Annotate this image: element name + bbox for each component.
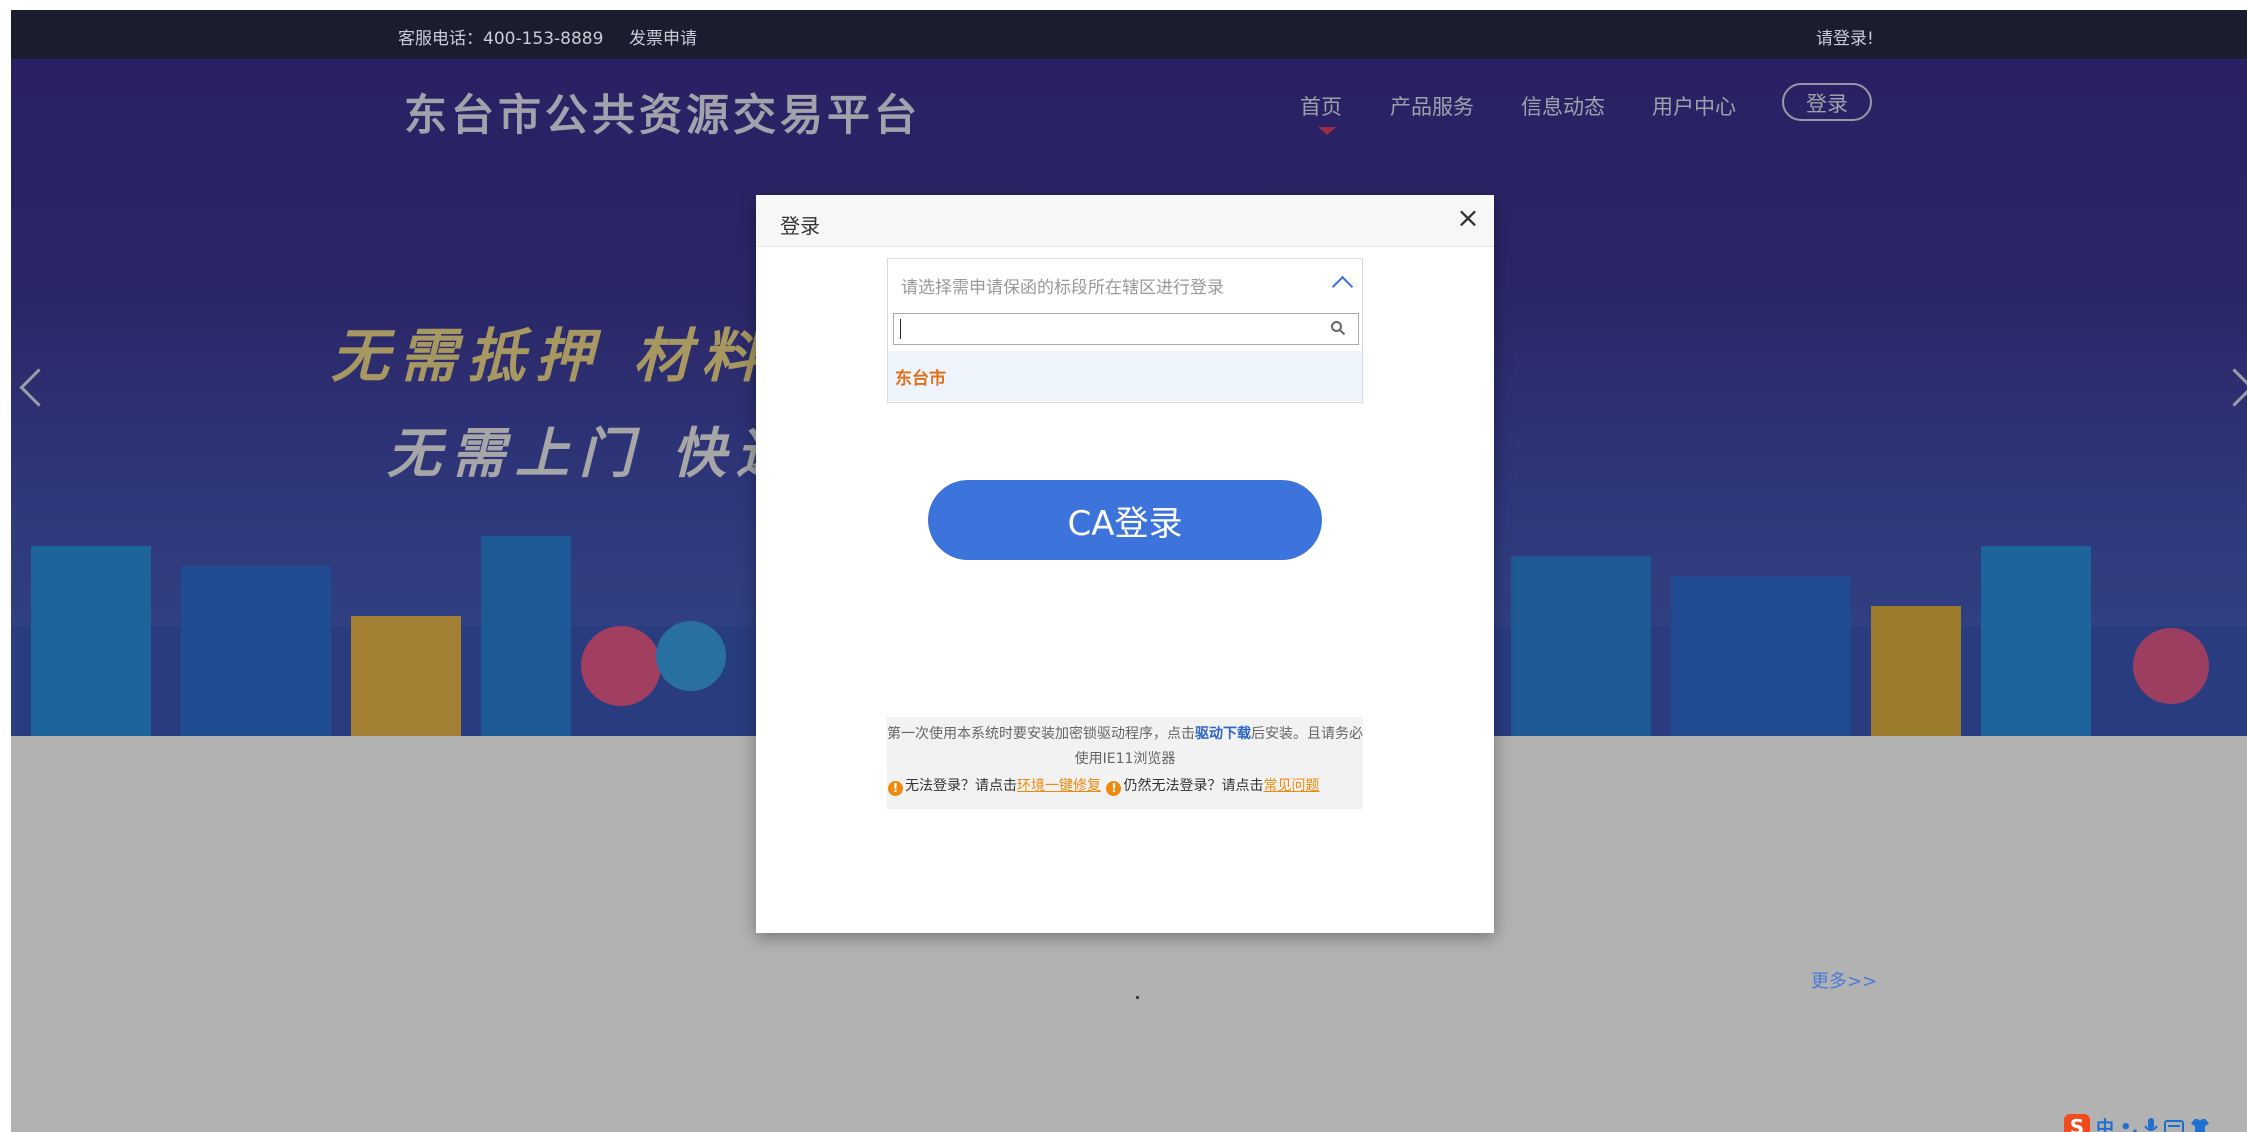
warning-icon: !: [1106, 781, 1122, 796]
ime-punctuation-toggle[interactable]: •,: [2120, 1117, 2138, 1132]
ime-mode-toggle[interactable]: 中: [2096, 1114, 2114, 1132]
login-modal: 登录 × 请选择需申请保函的标段所在辖区进行登录 东台市 CA登录 第一次使用本…: [756, 195, 1494, 933]
ime-toolbar[interactable]: S 中 •,: [2064, 1114, 2210, 1132]
more-link[interactable]: 更多>>: [1811, 967, 1877, 993]
login-notice: 第一次使用本系统时要安装加密锁驱动程序，点击驱动下载后安装。且请务必使用IE11…: [887, 717, 1363, 809]
notice-text: 无法登录？请点击: [905, 778, 1017, 794]
region-option[interactable]: 东台市: [888, 351, 1362, 401]
invoice-link[interactable]: 发票申请: [629, 24, 697, 49]
skin-shirt-icon[interactable]: [2190, 1118, 2210, 1132]
region-option-label: 东台市: [895, 369, 946, 389]
close-icon[interactable]: ×: [1453, 203, 1483, 233]
notice-text: 第一次使用本系统时要安装加密锁驱动程序，点击: [887, 726, 1195, 742]
microphone-icon[interactable]: [2144, 1117, 2159, 1132]
notice-text: 仍然无法登录？请点击: [1123, 778, 1264, 794]
warning-icon: !: [888, 781, 903, 796]
search-icon[interactable]: [1330, 320, 1346, 336]
top-bar: 客服电话：400-153-8889 发票申请 请登录!: [11, 10, 2247, 59]
chevron-up-icon[interactable]: [1331, 275, 1354, 298]
text-cursor: [900, 319, 901, 339]
notice-line2: ! 无法登录？请点击环境一键修复 ! 仍然无法登录？请点击常见问题: [887, 774, 1363, 799]
service-phone: 客服电话：400-153-8889: [398, 29, 604, 49]
modal-header: 登录 ×: [756, 195, 1494, 247]
region-dropdown: 东台市: [887, 307, 1363, 403]
faq-link[interactable]: 常见问题: [1263, 778, 1319, 794]
notice-line1: 第一次使用本系统时要安装加密锁驱动程序，点击驱动下载后安装。且请务必使用IE11…: [887, 722, 1363, 772]
env-repair-link[interactable]: 环境一键修复: [1017, 778, 1101, 794]
keyboard-icon[interactable]: [2164, 1119, 2185, 1132]
region-search-input[interactable]: [893, 313, 1359, 345]
decorative-dot: [1136, 996, 1139, 999]
region-select[interactable]: 请选择需申请保函的标段所在辖区进行登录: [887, 258, 1363, 308]
driver-download-link[interactable]: 驱动下载: [1195, 726, 1251, 742]
region-select-placeholder: 请选择需申请保函的标段所在辖区进行登录: [901, 278, 1224, 298]
login-prompt-link[interactable]: 请登录!: [1816, 24, 1874, 49]
sogou-ime-icon[interactable]: S: [2064, 1114, 2090, 1132]
ca-login-button[interactable]: CA登录: [928, 480, 1322, 560]
modal-title: 登录: [780, 214, 820, 238]
